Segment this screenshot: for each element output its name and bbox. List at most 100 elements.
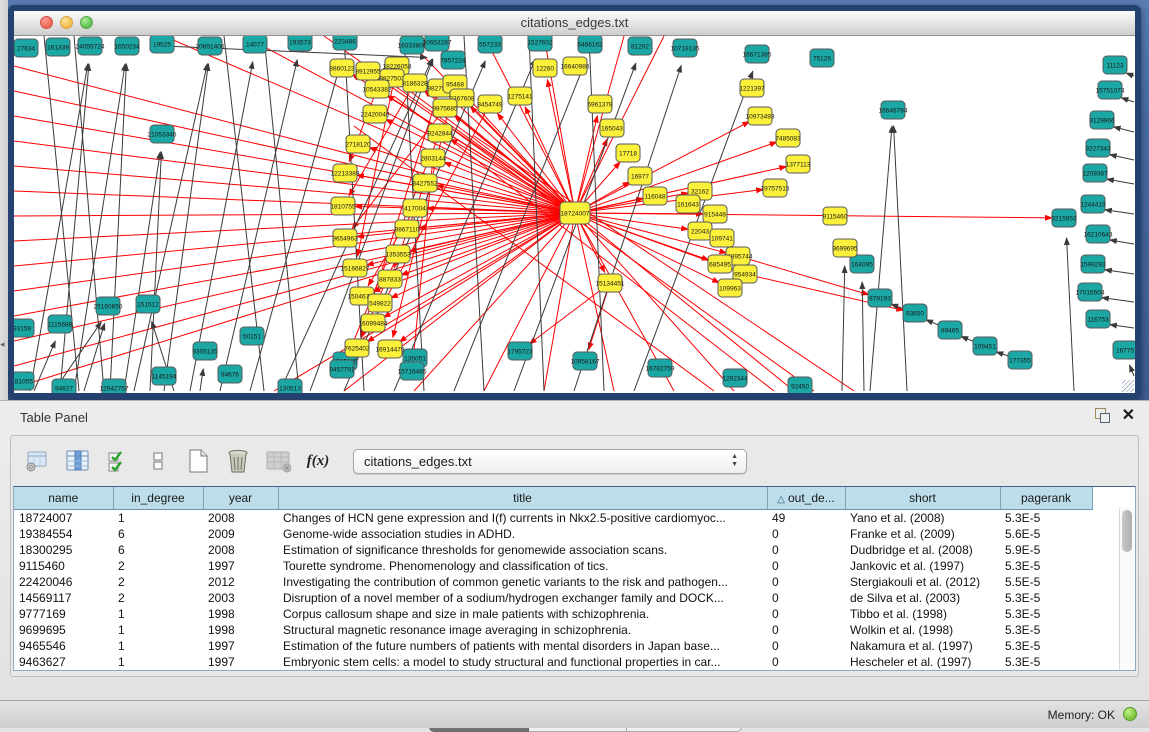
graph-node[interactable]: 25160650	[94, 297, 123, 315]
graph-node[interactable]: 9699695	[832, 239, 858, 257]
graph-node[interactable]: 16977	[628, 167, 652, 185]
table-settings-icon[interactable]	[25, 448, 51, 474]
graph-node[interactable]: 75126	[810, 49, 834, 67]
graph-node[interactable]: 1244419	[1080, 195, 1106, 213]
graph-node[interactable]: 1145194	[152, 367, 177, 385]
graph-node[interactable]: 181055	[14, 372, 34, 390]
table-row[interactable]: 1938455462009Genome-wide association stu…	[14, 526, 1092, 542]
graph-node[interactable]: 16210643	[1084, 225, 1113, 243]
function-builder-icon[interactable]: f(x)	[305, 448, 331, 474]
graph-node[interactable]: 9654963	[332, 229, 358, 247]
graph-node[interactable]: 10958167	[571, 352, 600, 370]
network-window-titlebar[interactable]: citations_edges.txt	[14, 11, 1135, 36]
graph-node[interactable]: 161339	[46, 38, 70, 56]
show-columns-icon[interactable]	[65, 448, 91, 474]
graph-node[interactable]: 81202	[628, 37, 652, 55]
graph-node[interactable]: 8912955	[355, 62, 381, 80]
select-rows-icon[interactable]	[105, 448, 131, 474]
graph-node[interactable]: 9227343	[1085, 139, 1111, 157]
graph-node[interactable]: 10543382	[363, 80, 392, 98]
table-scrollbar-thumb[interactable]	[1122, 510, 1132, 552]
graph-node[interactable]: 24055724	[76, 37, 105, 55]
graph-node[interactable]: 109741	[710, 229, 734, 247]
graph-node[interactable]: 15751074	[1096, 81, 1125, 99]
column-header-pagerank[interactable]: pagerank	[1000, 487, 1092, 510]
graph-node[interactable]: 109963	[718, 279, 742, 297]
graph-node[interactable]: 19525	[150, 36, 174, 53]
graph-node[interactable]: 22043	[688, 222, 712, 240]
graph-node[interactable]: 177355	[1008, 351, 1032, 369]
graph-node[interactable]: 915448	[703, 205, 727, 223]
graph-node[interactable]: 10653287	[423, 36, 452, 51]
graph-node[interactable]: 9875685	[432, 99, 458, 117]
float-window-icon[interactable]	[1095, 408, 1110, 423]
graph-node[interactable]: 8454749	[477, 95, 503, 113]
table-select-dropdown[interactable]: citations_edges.txt ▲▼	[353, 449, 747, 474]
graph-node[interactable]: 16099484	[359, 314, 388, 332]
graph-node[interactable]: 9129966	[1089, 111, 1115, 129]
graph-node[interactable]: 17718	[616, 144, 640, 162]
graph-node[interactable]: 93650	[903, 304, 927, 322]
graph-node[interactable]: 223486	[333, 36, 357, 50]
graph-node[interactable]: 2718120	[345, 135, 371, 153]
table-row[interactable]: 1830029562008Estimation of significance …	[14, 542, 1092, 558]
row-mode-icon[interactable]	[145, 448, 171, 474]
graph-node[interactable]: 12260	[533, 59, 557, 77]
table-row[interactable]: 911546021997Tourette syndrome. Phenomeno…	[14, 558, 1092, 574]
graph-node[interactable]: 9242844	[427, 124, 453, 142]
graph-node[interactable]: 9867110	[395, 220, 420, 238]
graph-node[interactable]: 3215953	[1051, 209, 1077, 227]
graph-node[interactable]: 6961378	[587, 95, 613, 113]
graph-node[interactable]: 1650234	[114, 37, 140, 55]
graph-node[interactable]: 12942757	[100, 379, 129, 393]
network-canvas[interactable]: 18724007 27634 161339 24055724 1650234 19525 2…	[14, 36, 1135, 393]
graph-node[interactable]: 94676	[218, 365, 242, 383]
graph-node[interactable]: 94627	[52, 379, 76, 393]
graph-node[interactable]: 7485083	[775, 129, 801, 147]
graph-node[interactable]: 165043	[600, 119, 624, 137]
graph-node[interactable]: 116048	[643, 187, 667, 205]
panel-collapse-arrow-icon[interactable]: ◂	[0, 340, 5, 349]
network-window[interactable]: citations_edges.txt 18724007 27634 161339 2…	[8, 5, 1141, 399]
graph-node[interactable]: 1221397	[739, 79, 765, 97]
graph-node[interactable]: 1292344	[722, 369, 748, 387]
graph-node[interactable]: 557233	[478, 36, 502, 53]
graph-node[interactable]: 6466162	[577, 36, 603, 53]
delete-icon[interactable]	[225, 448, 251, 474]
graph-node[interactable]: 879193	[868, 289, 892, 307]
graph-node[interactable]: 109451	[973, 337, 997, 355]
graph-node[interactable]: 18724007	[560, 202, 590, 224]
graph-node[interactable]: 193573	[288, 36, 312, 51]
graph-node[interactable]: 12213389	[331, 164, 360, 182]
graph-node[interactable]: 1275141	[507, 87, 533, 105]
graph-node[interactable]: 16775	[1113, 341, 1135, 359]
graph-node[interactable]: 8186328	[402, 74, 428, 92]
graph-node[interactable]: 11123	[1103, 56, 1127, 74]
column-header-short[interactable]: short	[845, 487, 1000, 510]
graph-node[interactable]: 1527602	[527, 36, 553, 51]
column-header-title[interactable]: title	[278, 487, 767, 510]
graph-node[interactable]: 1795723	[507, 342, 533, 360]
table-row[interactable]: 2242004622012Investigating the contribut…	[14, 574, 1092, 590]
graph-node[interactable]: 15166827	[341, 259, 370, 277]
graph-node[interactable]: 16782759	[646, 359, 675, 377]
graph-node[interactable]: 17016504	[1076, 283, 1105, 301]
graph-node[interactable]: 16671385	[743, 45, 772, 63]
graph-node[interactable]: 19757515	[761, 179, 790, 197]
graph-node[interactable]: 15716485	[398, 362, 427, 380]
graph-node[interactable]: 9305135	[192, 342, 218, 360]
column-header-year[interactable]: year	[203, 487, 278, 510]
graph-node[interactable]: 20691406	[196, 37, 225, 55]
graph-node[interactable]: 7625402	[344, 339, 370, 357]
graph-node[interactable]: 10719135	[671, 39, 700, 57]
graph-node[interactable]: 164095	[850, 255, 874, 273]
graph-node[interactable]: 27634	[14, 39, 38, 57]
graph-node[interactable]: 93159	[14, 319, 34, 337]
new-table-icon[interactable]	[185, 448, 211, 474]
graph-node[interactable]: 417004	[403, 199, 427, 217]
graph-node[interactable]: 161643	[676, 195, 700, 213]
table-row[interactable]: 1456911722003Disruption of a novel membe…	[14, 590, 1092, 606]
graph-node[interactable]: 16640986	[561, 57, 590, 75]
table-row[interactable]: 977716911998Corpus callosum shape and si…	[14, 606, 1092, 622]
table-row[interactable]: 969969511998Structural magnetic resonanc…	[14, 622, 1092, 638]
